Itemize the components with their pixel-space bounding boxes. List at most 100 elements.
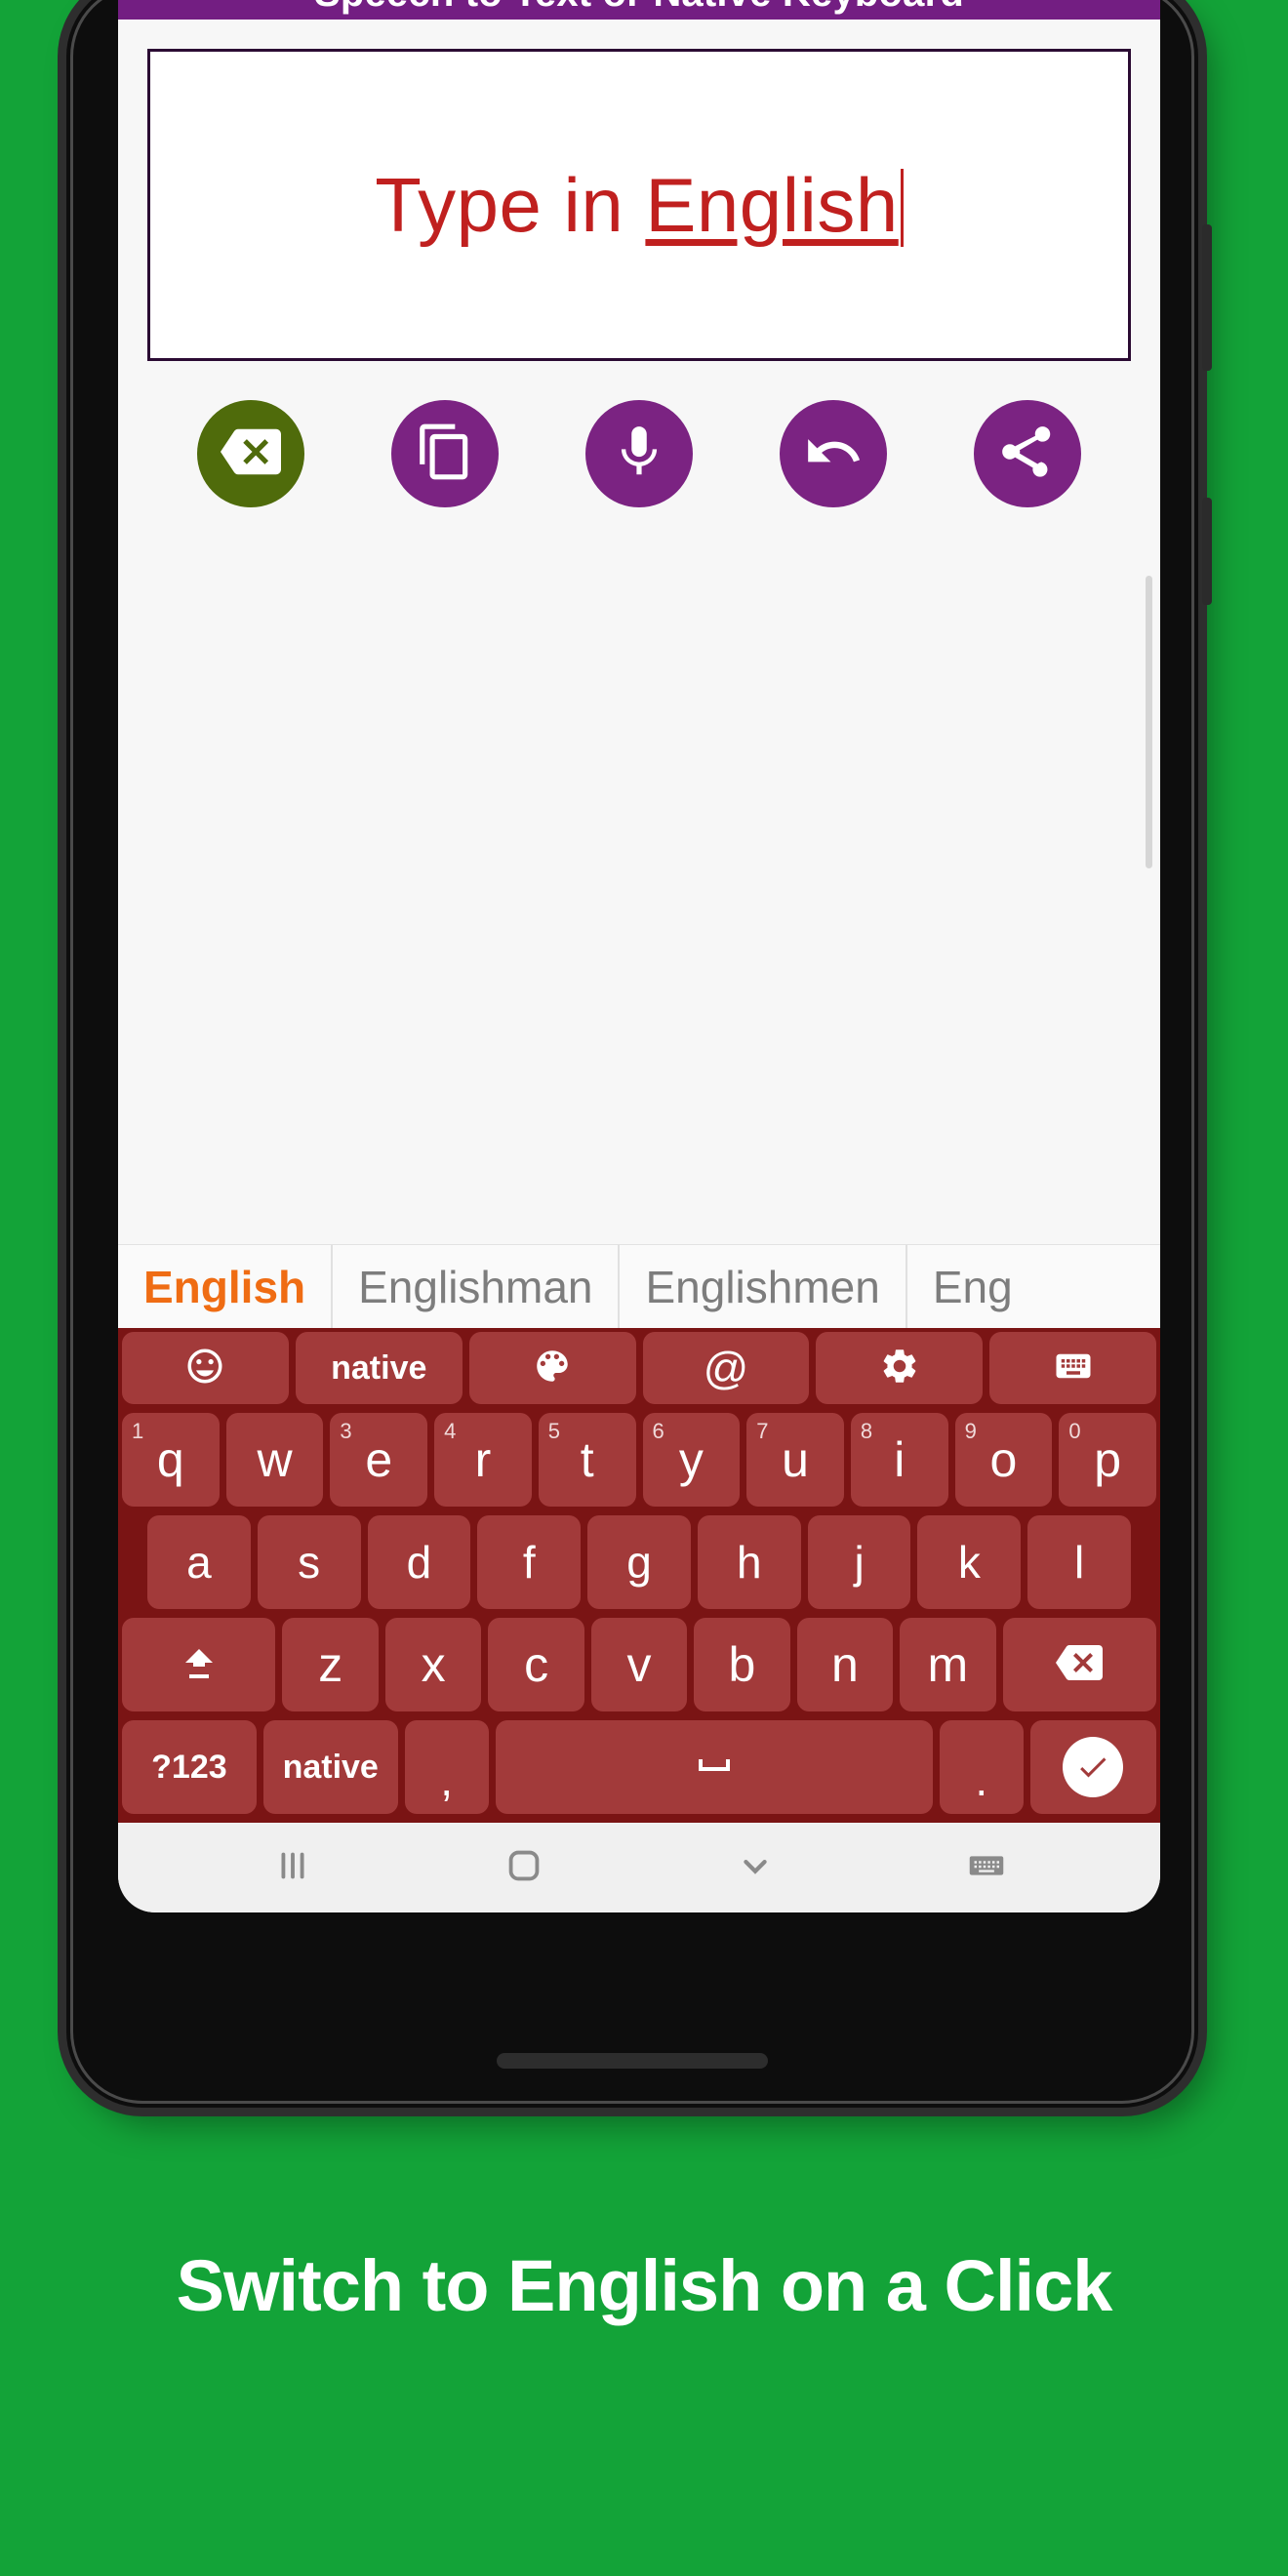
recents-icon[interactable] xyxy=(270,1843,315,1893)
key-number-hint: 9 xyxy=(964,1419,977,1443)
keyboard-layout-key[interactable] xyxy=(989,1332,1156,1404)
suggestion-item[interactable]: English xyxy=(118,1245,334,1328)
language-key[interactable]: native xyxy=(262,1720,398,1814)
keyboard-toolbar: native @ xyxy=(122,1332,1156,1404)
palette-icon xyxy=(532,1346,573,1391)
settings-key[interactable] xyxy=(816,1332,984,1404)
theme-key[interactable] xyxy=(468,1332,636,1404)
backspace-key[interactable] xyxy=(1002,1618,1157,1711)
key-r[interactable]: 4r xyxy=(434,1413,532,1507)
android-nav-bar xyxy=(118,1823,1160,1912)
key-number-hint: 3 xyxy=(340,1419,352,1443)
at-key[interactable]: @ xyxy=(642,1332,810,1404)
key-t[interactable]: 5t xyxy=(538,1413,636,1507)
keyboard-row-4: ?123 native , . xyxy=(122,1720,1157,1814)
keyboard-icon[interactable] xyxy=(964,1843,1009,1893)
suggestion-item[interactable]: Englishmen xyxy=(620,1245,907,1328)
key-z[interactable]: z xyxy=(282,1618,379,1711)
clear-text-button[interactable] xyxy=(196,400,304,507)
shift-key[interactable] xyxy=(121,1618,276,1711)
key-n[interactable]: n xyxy=(796,1618,894,1711)
period-key-label: . xyxy=(975,1754,988,1805)
keyboard-icon xyxy=(1053,1346,1094,1391)
symbols-key[interactable]: ?123 xyxy=(122,1720,257,1814)
key-w[interactable]: w xyxy=(225,1413,324,1507)
key-d[interactable]: d xyxy=(367,1515,471,1609)
key-l[interactable]: l xyxy=(1027,1515,1132,1609)
chevron-down-icon[interactable] xyxy=(733,1843,778,1893)
key-i[interactable]: 8i xyxy=(850,1413,948,1507)
period-key[interactable]: . xyxy=(939,1720,1024,1814)
key-c[interactable]: c xyxy=(488,1618,584,1711)
key-p[interactable]: 0p xyxy=(1059,1413,1157,1507)
power-button[interactable] xyxy=(1202,498,1212,605)
undo-button[interactable] xyxy=(780,400,888,507)
key-j[interactable]: j xyxy=(807,1515,911,1609)
suggestion-item[interactable]: Englishman xyxy=(333,1245,621,1328)
home-icon[interactable] xyxy=(502,1843,546,1893)
key-label: q xyxy=(156,1432,184,1487)
key-label: p xyxy=(1094,1432,1122,1487)
microphone-button[interactable] xyxy=(584,400,693,507)
copy-text-button[interactable] xyxy=(390,400,499,507)
comma-key-label: , xyxy=(440,1754,454,1805)
share-button[interactable] xyxy=(974,400,1082,507)
key-h[interactable]: h xyxy=(697,1515,801,1609)
key-o[interactable]: 9o xyxy=(954,1413,1053,1507)
key-label: r xyxy=(474,1432,492,1487)
key-label: h xyxy=(736,1537,762,1588)
key-label: t xyxy=(580,1432,594,1487)
keyboard-row-3: z xcvbnm xyxy=(121,1618,1157,1711)
key-label: w xyxy=(257,1432,293,1487)
key-label: l xyxy=(1074,1537,1085,1588)
key-label: z xyxy=(318,1637,343,1692)
symbols-key-label: ?123 xyxy=(151,1748,227,1786)
volume-button[interactable] xyxy=(1202,224,1212,371)
key-m[interactable]: m xyxy=(900,1618,996,1711)
key-label: j xyxy=(854,1537,865,1588)
space-icon xyxy=(691,1742,738,1793)
key-q[interactable]: 1q xyxy=(121,1413,220,1507)
at-key-label: @ xyxy=(703,1343,749,1393)
key-f[interactable]: f xyxy=(477,1515,582,1609)
suggestion-item[interactable]: Eng xyxy=(907,1245,1038,1328)
scrollbar[interactable] xyxy=(1146,576,1152,868)
key-y[interactable]: 6y xyxy=(642,1413,741,1507)
text-input-value: Type in English xyxy=(375,161,904,250)
keyboard-row-1: 1qw3e4r5t6y7u8i9o0p xyxy=(121,1413,1157,1507)
keyboard: native @ 1 q w 3 e 4 r 5 t 6 y 7 u 8 i 9… xyxy=(118,1328,1160,1823)
keyboard-row-2: asdfgh j k l xyxy=(122,1515,1156,1609)
key-label: x xyxy=(421,1637,446,1692)
key-label: b xyxy=(728,1637,756,1692)
key-label: m xyxy=(927,1637,969,1692)
backspace-icon xyxy=(220,422,281,487)
key-number-hint: 1 xyxy=(131,1419,144,1443)
enter-key[interactable] xyxy=(1029,1720,1157,1814)
gear-icon xyxy=(879,1346,920,1391)
text-caret xyxy=(900,168,904,247)
key-g[interactable]: g xyxy=(587,1515,691,1609)
key-label: y xyxy=(678,1432,704,1487)
text-input[interactable]: Type in English xyxy=(147,49,1131,361)
text-area-wrapper: Type in English xyxy=(118,20,1160,361)
key-label: s xyxy=(298,1537,321,1588)
check-icon xyxy=(1063,1737,1124,1797)
key-label: u xyxy=(782,1432,809,1487)
key-u[interactable]: 7u xyxy=(746,1413,844,1507)
key-k[interactable]: k xyxy=(917,1515,1022,1609)
copy-icon xyxy=(415,422,475,487)
language-key-toolbar[interactable]: native xyxy=(295,1332,463,1404)
key-x[interactable]: x xyxy=(384,1618,482,1711)
key-number-hint: 8 xyxy=(860,1419,873,1443)
emoji-key[interactable] xyxy=(122,1332,289,1404)
promo-caption: Switch to English on a Click xyxy=(176,2245,1113,2326)
action-button-row xyxy=(118,361,1160,537)
key-b[interactable]: b xyxy=(694,1618,790,1711)
key-s[interactable]: s xyxy=(257,1515,361,1609)
key-label: o xyxy=(989,1432,1018,1487)
key-e[interactable]: 3e xyxy=(330,1413,428,1507)
key-a[interactable]: a xyxy=(146,1515,251,1609)
comma-key[interactable]: , xyxy=(404,1720,489,1814)
space-key[interactable] xyxy=(495,1720,933,1814)
key-v[interactable]: v xyxy=(590,1618,688,1711)
